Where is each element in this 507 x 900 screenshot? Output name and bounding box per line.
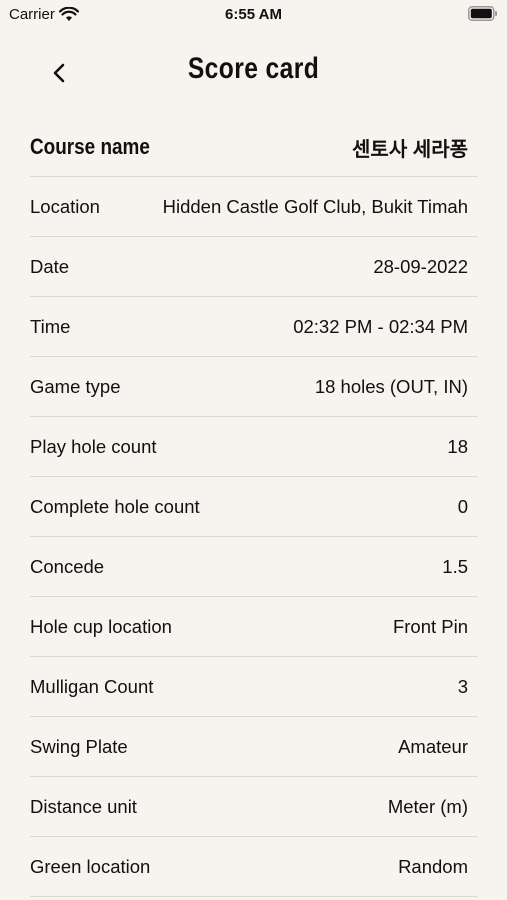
row-value: 02:32 PM - 02:34 PM — [293, 315, 468, 337]
hole-cup-location-row: Hole cup location Front Pin — [30, 597, 478, 657]
row-label: Swing Plate — [30, 735, 128, 757]
status-bar: Carrier 6:55 AM — [0, 0, 507, 30]
row-label: Distance unit — [30, 795, 137, 817]
row-value: Front Pin — [392, 615, 468, 637]
location-row: Location Hidden Castle Golf Club, Bukit … — [30, 177, 478, 237]
play-hole-count-row: Play hole count 18 — [30, 417, 478, 477]
status-time: 6:55 AM — [225, 6, 282, 23]
row-value: 3 — [457, 675, 468, 697]
row-value: 28-09-2022 — [373, 255, 468, 277]
row-label: Game type — [30, 375, 121, 397]
course-name-label: Course name — [30, 134, 150, 159]
green-location-row: Green location Random — [30, 837, 478, 897]
complete-hole-count-row: Complete hole count 0 — [30, 477, 478, 537]
course-name-value: 센토사 세라퐁 — [352, 138, 468, 161]
mulligan-count-row: Mulligan Count 3 — [30, 657, 478, 717]
page-title: Score card — [187, 52, 320, 85]
row-value: 1.5 — [442, 555, 468, 577]
row-label: Hole cup location — [30, 615, 172, 637]
row-label: Concede — [30, 555, 105, 577]
game-type-row: Game type 18 holes (OUT, IN) — [30, 357, 478, 417]
row-value: Hidden Castle Golf Club, Bukit Timah — [162, 195, 468, 217]
scorecard-details-list: Course name 센토사 세라퐁 Location Hidden Cast… — [30, 118, 478, 897]
row-value: Meter (m) — [387, 795, 468, 817]
distance-unit-row: Distance unit Meter (m) — [30, 777, 478, 837]
row-value: 18 — [447, 435, 468, 457]
row-label: Play hole count — [30, 435, 157, 457]
row-label: Mulligan Count — [30, 675, 154, 697]
row-label: Green location — [30, 855, 151, 877]
battery-icon — [468, 6, 497, 21]
row-value: 0 — [457, 495, 468, 517]
course-name-row: Course name 센토사 세라퐁 — [30, 118, 478, 177]
row-label: Time — [30, 315, 71, 337]
time-row: Time 02:32 PM - 02:34 PM — [30, 297, 478, 357]
row-label: Complete hole count — [30, 495, 200, 517]
row-value: 18 holes (OUT, IN) — [314, 375, 468, 397]
concede-row: Concede 1.5 — [30, 537, 478, 597]
row-value: Amateur — [398, 735, 468, 757]
swing-plate-row: Swing Plate Amateur — [30, 717, 478, 777]
row-value: Random — [398, 855, 468, 877]
navigation-bar: Score card — [0, 44, 507, 96]
row-label: Location — [30, 195, 100, 217]
date-row: Date 28-09-2022 — [30, 237, 478, 297]
row-label: Date — [30, 255, 70, 277]
